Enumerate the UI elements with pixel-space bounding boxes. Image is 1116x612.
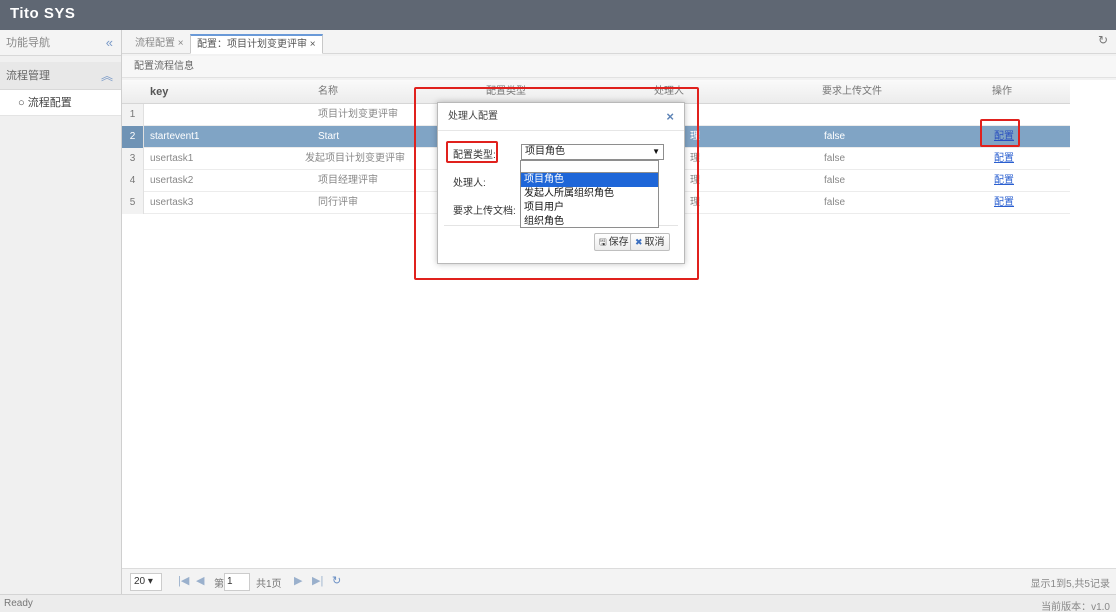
cancel-icon: ✖ bbox=[635, 237, 643, 247]
cell-upload: false bbox=[824, 153, 846, 164]
status-text: Ready bbox=[4, 598, 33, 609]
cell-key: usertask1 bbox=[150, 153, 194, 164]
config-type-dropdown-list: 项目角色 发起人所属组织角色 项目用户 组织角色 bbox=[520, 172, 659, 228]
sidebar-group-process[interactable]: 流程管理 ︽ bbox=[0, 62, 121, 90]
row-number: 1 bbox=[122, 104, 144, 126]
cell-key: usertask2 bbox=[150, 175, 194, 186]
sidebar-title: 功能导航 bbox=[6, 37, 50, 49]
page-number-input[interactable]: 1 bbox=[224, 573, 250, 591]
close-icon[interactable]: × bbox=[666, 103, 674, 131]
dropdown-blank-area bbox=[520, 160, 659, 172]
config-type-value: 项目角色 bbox=[525, 146, 565, 157]
row-number: 3 bbox=[122, 148, 144, 170]
cell-handler: 理 bbox=[690, 131, 700, 142]
first-page-icon[interactable]: |◀ bbox=[178, 574, 189, 587]
cell-name: 项目计划变更评审 bbox=[318, 109, 398, 120]
cell-upload: false bbox=[824, 197, 846, 208]
tab-bar: 流程配置 × 配置：项目计划变更评审 × ↻ bbox=[122, 30, 1116, 54]
column-header-type[interactable]: 配置类型 bbox=[486, 80, 526, 104]
row-number: 2 bbox=[122, 126, 144, 148]
cell-key: startevent1 bbox=[150, 131, 200, 142]
page-size-select[interactable]: 20 ▾ bbox=[130, 573, 162, 591]
handler-label: 处理人: bbox=[453, 178, 486, 189]
save-icon: 🖫 bbox=[599, 237, 607, 247]
dropdown-option[interactable]: 组织角色 bbox=[521, 215, 658, 229]
column-header-name[interactable]: 名称 bbox=[318, 80, 338, 104]
tab-config-detail[interactable]: 配置：项目计划变更评审 × bbox=[190, 34, 323, 54]
prev-page-icon[interactable]: ◀ bbox=[196, 574, 204, 587]
last-page-icon[interactable]: ▶| bbox=[312, 574, 323, 587]
cancel-label: 取消 bbox=[644, 237, 665, 248]
row-number: 4 bbox=[122, 170, 144, 192]
page-info: 显示1到5,共5记录 bbox=[1030, 579, 1110, 590]
version-text: 当前版本：v1.0 bbox=[1041, 602, 1110, 612]
status-bar: Ready 当前版本：v1.0 bbox=[0, 594, 1116, 612]
app-title: Tito SYS bbox=[10, 5, 76, 22]
column-header-handler[interactable]: 处理人 bbox=[654, 80, 684, 104]
dialog-header: 处理人配置 × bbox=[438, 103, 684, 131]
refresh-icon[interactable]: ↻ bbox=[1098, 33, 1108, 47]
upload-doc-label: 要求上传文档: bbox=[453, 206, 516, 217]
dropdown-option[interactable]: 发起人所属组织角色 bbox=[521, 187, 658, 201]
save-button[interactable]: 🖫 保存 bbox=[594, 233, 634, 251]
config-type-label: 配置类型: bbox=[453, 150, 496, 161]
grid-header: key 名称 配置类型 处理人 要求上传文件 操作 bbox=[122, 80, 1070, 104]
cell-name: 同行评审 bbox=[318, 197, 358, 208]
dropdown-arrow-icon[interactable]: ▼ bbox=[652, 145, 660, 159]
sidebar-item-process-config[interactable]: ○ 流程配置 bbox=[0, 90, 121, 116]
panel-title: 配置流程信息 bbox=[122, 56, 1116, 78]
page-label: 第 bbox=[214, 579, 224, 590]
config-link[interactable]: 配置 bbox=[994, 148, 1014, 170]
save-label: 保存 bbox=[608, 237, 629, 248]
cell-upload: false bbox=[824, 175, 846, 186]
cell-name: Start bbox=[318, 131, 340, 142]
top-bar: Tito SYS bbox=[0, 0, 1116, 30]
collapse-icon[interactable]: « bbox=[106, 30, 113, 56]
cell-handler: 理 bbox=[690, 197, 700, 208]
cell-handler: 理 bbox=[690, 153, 700, 164]
config-link[interactable]: 配置 bbox=[994, 126, 1014, 148]
cell-handler: 理 bbox=[690, 175, 700, 186]
sidebar-header: 功能导航 « bbox=[0, 30, 121, 56]
next-page-icon[interactable]: ▶ bbox=[294, 574, 302, 587]
dialog-title: 处理人配置 bbox=[448, 111, 498, 122]
chevron-up-icon[interactable]: ︽ bbox=[101, 62, 113, 90]
cancel-button[interactable]: ✖ 取消 bbox=[630, 233, 670, 251]
dropdown-option[interactable]: 项目角色 bbox=[521, 173, 658, 187]
cell-name: 项目经理评审 bbox=[318, 175, 378, 186]
config-type-select[interactable]: 项目角色 ▼ bbox=[521, 144, 664, 160]
reload-icon[interactable]: ↻ bbox=[332, 574, 341, 587]
cell-upload: false bbox=[824, 131, 846, 142]
sidebar-group-label: 流程管理 bbox=[6, 70, 50, 82]
sidebar: 功能导航 « 流程管理 ︽ ○ 流程配置 bbox=[0, 30, 122, 595]
tab-process-config[interactable]: 流程配置 × bbox=[128, 34, 191, 54]
total-pages: 共1页 bbox=[256, 579, 282, 590]
config-link[interactable]: 配置 bbox=[994, 192, 1014, 214]
config-link[interactable]: 配置 bbox=[994, 170, 1014, 192]
cell-name: 发起项目计划变更评审 bbox=[305, 153, 405, 164]
pagination-bar: 20 ▾ |◀ ◀ 第 1 共1页 ▶ ▶| ↻ 显示1到5,共5记录 bbox=[122, 568, 1116, 594]
column-header-key[interactable]: key bbox=[150, 80, 168, 104]
dropdown-option[interactable]: 项目用户 bbox=[521, 201, 658, 215]
cell-key: usertask3 bbox=[150, 197, 194, 208]
row-number: 5 bbox=[122, 192, 144, 214]
column-header-operation[interactable]: 操作 bbox=[992, 80, 1012, 104]
column-header-upload[interactable]: 要求上传文件 bbox=[822, 80, 882, 104]
